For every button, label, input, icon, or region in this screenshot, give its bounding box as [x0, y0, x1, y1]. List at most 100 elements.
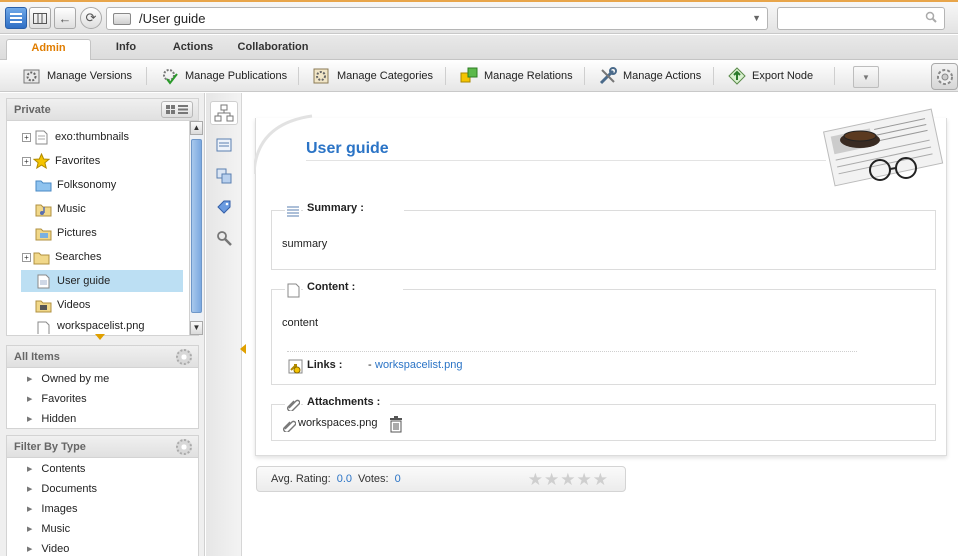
attachments-heading: Attachments :: [303, 396, 391, 410]
manage-relations-button[interactable]: Manage Relations: [459, 65, 573, 87]
settings-button[interactable]: [931, 63, 958, 90]
tab-actions[interactable]: Actions: [163, 39, 223, 60]
manage-actions-button[interactable]: Manage Actions: [598, 65, 701, 87]
links-heading: Links :: [307, 359, 343, 371]
tree-item-music[interactable]: Music: [35, 198, 86, 220]
scroll-thumb[interactable]: [191, 139, 202, 313]
divider: [306, 160, 826, 161]
manage-categories-button[interactable]: Manage Categories: [312, 65, 433, 87]
search-folder-icon: [33, 249, 50, 265]
filter-by-type-panel: Filter By Type ▶ Contents ▶ Documents ▶ Ima…: [6, 435, 199, 556]
trash-icon[interactable]: [388, 416, 404, 436]
search-icon[interactable]: [925, 11, 937, 23]
tree-item-label: Folksonomy: [57, 179, 117, 191]
triangle-right-icon: ▶: [27, 526, 33, 533]
properties-button[interactable]: [215, 136, 233, 154]
more-actions-dropdown[interactable]: ▼: [853, 66, 879, 88]
back-button[interactable]: ←: [54, 7, 76, 29]
list-item-hidden[interactable]: ▶ Hidden: [27, 409, 76, 429]
chevron-down-icon[interactable]: ▼: [752, 13, 761, 23]
tree-item-exo-thumbnails[interactable]: + exo:thumbnails: [22, 126, 129, 148]
triangle-right-icon: ▶: [27, 396, 33, 403]
manage-publications-button[interactable]: Manage Publications: [160, 65, 287, 87]
list-icon: [10, 13, 22, 23]
link-workspacelist[interactable]: workspacelist.png: [375, 359, 462, 371]
list-item-video[interactable]: ▶ Video: [27, 539, 69, 556]
filter-by-type-title: Filter By Type: [14, 441, 86, 453]
refresh-button[interactable]: ⟳: [80, 7, 102, 29]
tree-item-workspacelist[interactable]: workspacelist.png: [35, 318, 144, 334]
tree-item-label: User guide: [57, 275, 111, 287]
resize-handle-icon[interactable]: [95, 334, 105, 340]
scroll-down-icon[interactable]: ▼: [190, 321, 203, 335]
refresh-icon: ⟳: [85, 10, 97, 25]
tree-item-pictures[interactable]: Pictures: [35, 222, 97, 244]
gear-icon[interactable]: [176, 439, 192, 455]
view-toggle-button[interactable]: [161, 101, 193, 118]
triangle-right-icon: ▶: [27, 416, 33, 423]
pictures-folder-icon: [35, 225, 52, 241]
tree-item-user-guide[interactable]: User guide: [21, 270, 183, 292]
address-field[interactable]: /User guide ▼: [106, 7, 768, 30]
list-item-label: Images: [41, 503, 78, 515]
properties-icon: [216, 138, 232, 152]
divider: [287, 351, 857, 352]
tree-item-label: exo:thumbnails: [55, 131, 129, 143]
list-item-label: Documents: [41, 483, 98, 495]
back-arrow-icon: ←: [58, 10, 72, 26]
avg-rating-value: 0.0: [336, 473, 353, 485]
tree-item-favorites[interactable]: + Favorites: [22, 150, 100, 172]
expand-icon[interactable]: +: [22, 252, 31, 262]
paperclip-icon: [285, 396, 301, 412]
tab-admin[interactable]: Admin: [6, 39, 91, 61]
filter-by-type-header: Filter By Type: [7, 436, 198, 458]
document-icon: [35, 273, 52, 289]
expand-icon[interactable]: +: [22, 132, 31, 142]
side-toolbar: [206, 93, 242, 556]
columns-view-button[interactable]: [29, 7, 51, 29]
tree-view-button[interactable]: [210, 101, 238, 125]
list-item-images[interactable]: ▶ Images: [27, 499, 77, 519]
search-input[interactable]: [777, 7, 945, 30]
tag-icon: [217, 200, 231, 214]
tree-scrollbar[interactable]: ▲ ▼: [189, 121, 203, 335]
triangle-right-icon: ▶: [27, 466, 33, 473]
search-view-button[interactable]: [215, 229, 233, 247]
expand-icon[interactable]: +: [22, 156, 31, 166]
star-rating-icon[interactable]: ★★★★★: [528, 470, 609, 490]
address-toolbar: ← ⟳ /User guide ▼: [0, 0, 958, 34]
triangle-right-icon: ▶: [27, 486, 33, 493]
relations-view-button[interactable]: [215, 167, 233, 185]
drive-icon: [113, 12, 131, 25]
export-icon: [727, 66, 747, 86]
tags-button[interactable]: [215, 198, 233, 216]
manage-versions-button[interactable]: Manage Versions: [22, 65, 132, 87]
music-folder-icon: [35, 201, 52, 217]
list-view-button[interactable]: [5, 7, 27, 29]
list-item-documents[interactable]: ▶ Documents: [27, 479, 97, 499]
triangle-right-icon: ▶: [27, 376, 33, 383]
copy-icon: [216, 168, 232, 184]
gear-icon[interactable]: [176, 349, 192, 365]
list-item-music[interactable]: ▶ Music: [27, 519, 70, 539]
attachment-name[interactable]: workspaces.png: [298, 417, 378, 429]
scroll-up-icon[interactable]: ▲: [190, 121, 203, 135]
tree-item-videos[interactable]: Videos: [35, 294, 90, 316]
export-node-button[interactable]: Export Node: [727, 65, 813, 87]
tab-collaboration[interactable]: Collaboration: [232, 39, 314, 60]
triangle-right-icon: ▶: [27, 546, 33, 553]
star-icon: [33, 153, 50, 169]
tab-info[interactable]: Info: [100, 39, 152, 60]
tree-item-label: Favorites: [55, 155, 101, 167]
list-item-contents[interactable]: ▶ Contents: [27, 459, 85, 479]
tree-item-searches[interactable]: + Searches: [22, 246, 101, 268]
triangle-right-icon: ▶: [27, 506, 33, 513]
tree-item-folksonomy[interactable]: Folksonomy: [35, 174, 116, 196]
collapse-sidebar-icon[interactable]: [240, 344, 246, 354]
attachments-section: Attachments : workspaces.png: [271, 396, 936, 441]
list-item-owned-by-me[interactable]: ▶ Owned by me: [27, 369, 109, 389]
list-item-favorites[interactable]: ▶ Favorites: [27, 389, 87, 409]
tree-item-label: Music: [57, 203, 86, 215]
video-folder-icon: [35, 297, 52, 313]
avg-rating-label: Avg. Rating:: [271, 473, 331, 485]
